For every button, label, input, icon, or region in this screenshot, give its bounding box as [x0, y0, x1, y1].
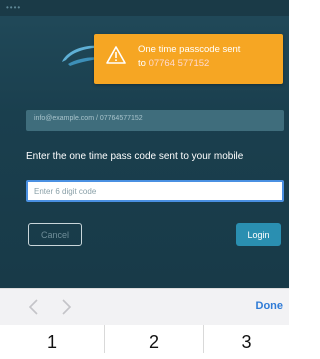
- login-screen: •••• One time passcode sent to 07764 577…: [0, 0, 289, 288]
- otp-input[interactable]: [26, 180, 284, 202]
- signal-indicator: ••••: [6, 3, 22, 12]
- keyboard-toolbar: Done: [0, 288, 289, 325]
- cancel-button[interactable]: Cancel: [28, 223, 82, 246]
- login-button[interactable]: Login: [236, 223, 281, 246]
- key-2[interactable]: 2: [105, 325, 204, 353]
- account-field[interactable]: info@example.com / 07764577152: [26, 110, 284, 131]
- toast-recipient-prefix: to: [138, 58, 149, 69]
- chevron-left-icon[interactable]: [26, 298, 42, 316]
- toast-message: One time passcode sent: [138, 44, 241, 55]
- status-bar: ••••: [0, 0, 289, 16]
- key-3[interactable]: 3: [204, 325, 289, 353]
- key-1[interactable]: 1: [0, 325, 105, 353]
- warning-icon: [106, 46, 126, 64]
- done-button[interactable]: Done: [256, 300, 284, 312]
- passcode-sent-toast: One time passcode sent to 07764 577152: [94, 34, 283, 84]
- toast-phone-number: 07764 577152: [148, 58, 210, 69]
- otp-prompt: Enter the one time pass code sent to you…: [26, 151, 244, 162]
- toast-recipient: to 07764 577152: [138, 58, 209, 69]
- chevron-right-icon[interactable]: [58, 298, 74, 316]
- numeric-keypad: 1 2 3: [0, 325, 289, 353]
